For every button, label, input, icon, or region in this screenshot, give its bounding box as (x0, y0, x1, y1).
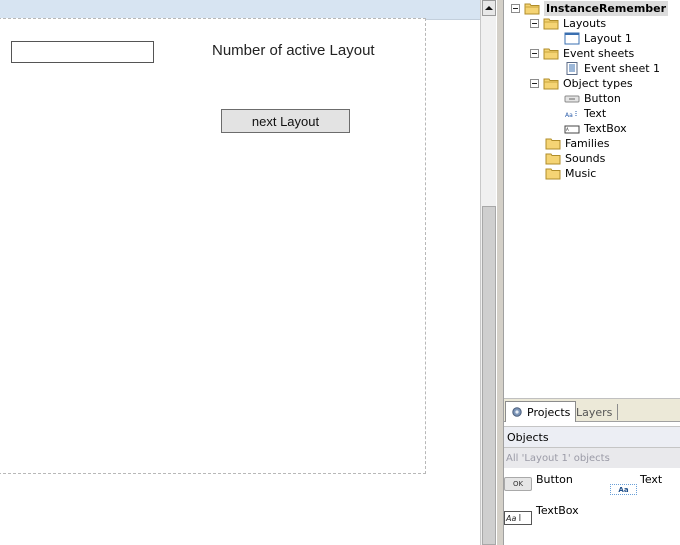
project-tree: InstanceRemember Layouts Layout 1 Event … (504, 0, 680, 398)
tree-label-music: Music (565, 167, 597, 180)
folder-icon (545, 168, 561, 180)
panel-tabs: Projects Layers (504, 398, 680, 422)
tree-label-families: Families (565, 137, 610, 150)
layout-icon (564, 32, 580, 45)
tree-node-layout-1[interactable]: Layout 1 (564, 31, 632, 46)
folder-open-icon (543, 18, 559, 30)
tab-layers-label: Layers (576, 405, 613, 419)
tree-label-layouts: Layouts (563, 17, 607, 30)
text-object-preview[interactable]: Aa (610, 484, 637, 495)
collapse-icon[interactable] (530, 79, 539, 88)
projects-gear-icon (512, 407, 522, 417)
tab-layers[interactable]: Layers (571, 404, 619, 420)
editor-top-strip (0, 0, 480, 20)
collapse-icon[interactable] (530, 49, 539, 58)
text-object-icon: Aa (565, 110, 577, 119)
tree-node-object-textbox[interactable]: A TextBox (564, 121, 627, 136)
objects-list: OK Button Aa Text Aa I TextBox (504, 468, 680, 545)
tree-node-object-types[interactable]: Object types (530, 76, 633, 91)
svg-text:Aa: Aa (565, 112, 573, 119)
event-sheet-icon (566, 62, 578, 75)
textbox-object-preview[interactable]: Aa I (504, 511, 532, 525)
tree-node-families[interactable]: Families (545, 136, 609, 151)
tree-node-sounds[interactable]: Sounds (545, 151, 605, 166)
folder-icon (545, 153, 561, 165)
text-cursor-icon: I (518, 512, 522, 524)
tree-label-object-types: Object types (563, 77, 633, 90)
layout-text-object[interactable]: Number of active Layout (212, 42, 375, 59)
objects-filter-label: All 'Layout 1' objects (504, 448, 680, 468)
project-panel: InstanceRemember Layouts Layout 1 Event … (504, 0, 680, 545)
tab-projects[interactable]: Projects (505, 401, 577, 422)
tree-node-event-sheets[interactable]: Event sheets (530, 46, 634, 61)
objects-panel-header: Objects (504, 426, 680, 448)
tree-node-root[interactable]: InstanceRemember (511, 1, 669, 16)
textbox-preview-text: Aa (506, 513, 517, 523)
svg-text:A: A (566, 127, 569, 132)
tree-label-event-sheet-1: Event sheet 1 (584, 62, 661, 75)
tree-node-layouts[interactable]: Layouts (530, 16, 606, 31)
tree-label-button: Button (584, 92, 621, 105)
vertical-scrollbar[interactable] (480, 0, 497, 545)
tree-label-event-sheets: Event sheets (563, 47, 635, 60)
tab-projects-label: Projects (527, 405, 571, 419)
objects-list-item-button[interactable]: Button (536, 473, 573, 486)
textbox-object-icon: A (564, 125, 580, 133)
tree-label-textbox: TextBox (584, 122, 627, 135)
layout-textbox-object[interactable] (11, 41, 154, 63)
collapse-icon[interactable] (530, 19, 539, 28)
tree-label-root: InstanceRemember (544, 1, 669, 16)
layout-button-object[interactable]: next Layout (221, 109, 350, 133)
layout-editor[interactable]: Number of active Layout next Layout (0, 0, 480, 545)
tree-label-layout-1: Layout 1 (584, 32, 632, 45)
scroll-thumb[interactable] (482, 206, 496, 545)
tree-label-sounds: Sounds (565, 152, 606, 165)
folder-open-icon (543, 48, 559, 60)
folder-open-icon (524, 3, 540, 15)
folder-icon (545, 138, 561, 150)
tree-node-music[interactable]: Music (545, 166, 596, 181)
layout-canvas[interactable] (0, 18, 426, 474)
tree-label-text: Text (584, 107, 607, 120)
folder-open-icon (543, 78, 559, 90)
objects-list-item-text[interactable]: Text (640, 473, 662, 486)
tree-node-event-sheet-1[interactable]: Event sheet 1 (564, 61, 660, 76)
collapse-icon[interactable] (511, 4, 520, 13)
objects-list-item-textbox[interactable]: TextBox (536, 504, 579, 517)
button-object-icon (564, 95, 580, 102)
tree-node-object-button[interactable]: Button (564, 91, 621, 106)
scroll-track[interactable] (481, 16, 497, 206)
tree-node-object-text[interactable]: Aa Text (564, 106, 606, 121)
scroll-up-arrow-icon[interactable] (482, 0, 496, 16)
button-object-preview[interactable]: OK (504, 477, 532, 491)
panel-splitter[interactable] (496, 0, 504, 545)
